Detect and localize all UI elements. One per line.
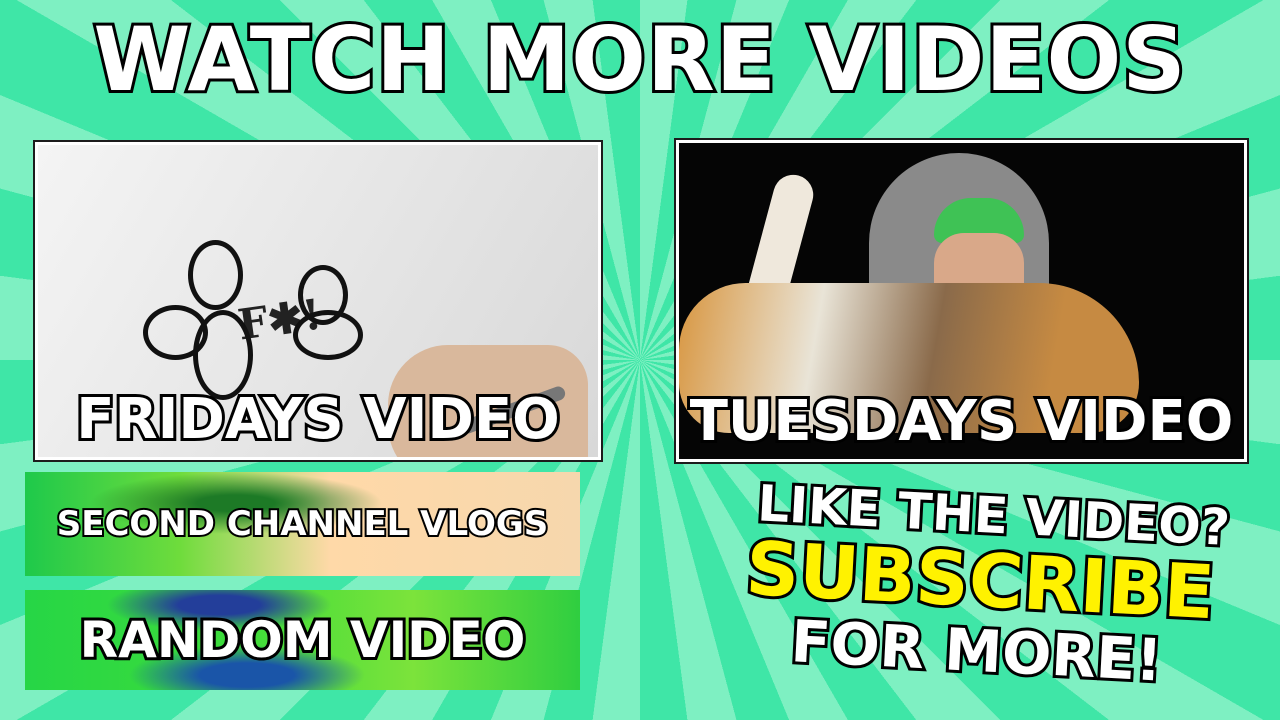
thumbnail-label: TUESDAYS VIDEO — [687, 388, 1237, 456]
link-label: RANDOM VIDEO — [77, 608, 529, 672]
thumbnail-label: FRIDAYS VIDEO — [73, 386, 563, 454]
page-title: WATCH MORE VIDEOS — [90, 7, 1188, 113]
fridays-video-thumbnail[interactable]: F✱! FRIDAYS VIDEO — [35, 142, 601, 460]
random-video-link[interactable]: RANDOM VIDEO — [25, 590, 580, 690]
subscribe-call-to-action[interactable]: LIKE THE VIDEO? SUBSCRIBE FOR MORE! — [695, 471, 1264, 697]
doodle-shape — [188, 240, 243, 310]
second-channel-vlogs-link[interactable]: SECOND CHANNEL VLOGS — [25, 472, 580, 576]
tuesdays-video-thumbnail[interactable]: TUESDAYS VIDEO — [676, 140, 1247, 462]
link-label: SECOND CHANNEL VLOGS — [55, 502, 551, 546]
doodle-shape — [293, 310, 363, 360]
